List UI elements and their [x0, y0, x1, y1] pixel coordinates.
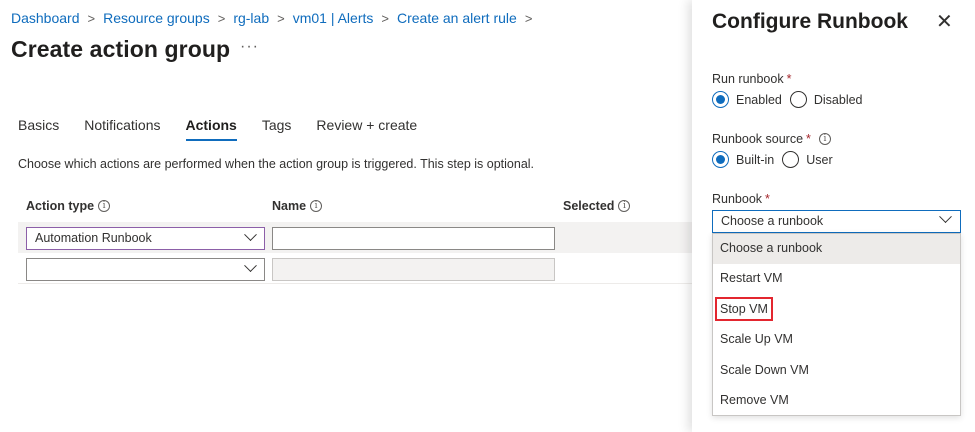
run-runbook-label-text: Run runbook [712, 72, 784, 86]
runbook-option-label: Choose a runbook [720, 241, 823, 255]
runbook-option-label: Restart VM [720, 271, 783, 285]
configure-runbook-panel: Configure Runbook ✕ Run runbook * Enable… [692, 0, 975, 432]
column-name-label: Name [272, 199, 307, 213]
column-action-type: Action type i [26, 199, 111, 213]
runbook-source-label-text: Runbook source [712, 132, 804, 146]
tab-basics[interactable]: Basics [18, 117, 59, 139]
runbook-label: Runbook * [712, 192, 770, 206]
runbook-option-label: Remove VM [720, 393, 789, 407]
column-selected: Selected i [563, 199, 631, 213]
actions-table-header: Action type i Name i Selected i [18, 197, 698, 221]
breadcrumb-separator: > [87, 10, 96, 26]
radio-enabled[interactable] [712, 91, 729, 108]
action-type-select[interactable] [26, 258, 265, 281]
page-title: Create action group [11, 36, 231, 62]
chevron-down-icon [244, 259, 257, 273]
column-selected-label: Selected [563, 199, 615, 213]
breadcrumb-dashboard[interactable]: Dashboard [11, 10, 80, 26]
radio-disabled-label[interactable]: Disabled [814, 93, 863, 107]
breadcrumb-rg-lab[interactable]: rg-lab [233, 10, 269, 26]
runbook-option-choose[interactable]: Choose a runbook [713, 234, 960, 264]
more-options-button[interactable]: ··· [240, 38, 259, 56]
runbook-option-remove-vm[interactable]: Remove VM [713, 386, 960, 416]
chevron-down-icon [244, 228, 257, 242]
tab-tags[interactable]: Tags [262, 117, 292, 139]
info-icon[interactable]: i [818, 133, 831, 145]
runbook-dropdown-value: Choose a runbook [721, 214, 824, 228]
chevron-down-icon [939, 210, 952, 224]
breadcrumb-separator: > [381, 10, 389, 26]
runbook-label-text: Runbook [712, 192, 763, 206]
breadcrumb-separator: > [524, 10, 533, 26]
run-runbook-label: Run runbook * [712, 72, 791, 86]
tab-review-create[interactable]: Review + create [316, 117, 417, 139]
runbook-option-label: Scale Up VM [720, 332, 793, 346]
column-action-type-label: Action type [26, 199, 95, 213]
runbook-dropdown-menu: Choose a runbook Restart VM Stop VM Scal… [712, 233, 961, 416]
breadcrumb-vm01-alerts[interactable]: vm01 | Alerts [293, 10, 374, 26]
radio-enabled-label[interactable]: Enabled [736, 93, 782, 107]
column-name: Name i [272, 199, 323, 213]
radio-disabled[interactable] [789, 91, 807, 108]
info-icon[interactable]: i [618, 200, 631, 212]
panel-title: Configure Runbook [712, 10, 908, 33]
runbook-dropdown[interactable]: Choose a runbook [712, 210, 961, 233]
action-name-input[interactable] [272, 227, 555, 250]
action-name-input-disabled [272, 258, 555, 281]
tab-notifications[interactable]: Notifications [84, 117, 160, 139]
actions-description: Choose which actions are performed when … [18, 157, 535, 171]
tab-actions[interactable]: Actions [185, 117, 238, 141]
runbook-option-scale-up-vm[interactable]: Scale Up VM [713, 325, 960, 355]
tab-list: Basics Notifications Actions Tags Review… [18, 117, 442, 141]
radio-user[interactable] [782, 151, 800, 168]
close-icon[interactable]: ✕ [936, 12, 953, 32]
runbook-option-label: Stop VM [715, 297, 773, 321]
required-marker: * [786, 72, 792, 86]
runbook-source-label: Runbook source * i [712, 132, 831, 146]
info-icon[interactable]: i [310, 200, 323, 212]
radio-built-in[interactable] [712, 151, 729, 168]
required-marker: * [806, 132, 811, 146]
breadcrumb-separator: > [217, 10, 226, 26]
breadcrumb: Dashboard > Resource groups > rg-lab > v… [11, 10, 540, 26]
runbook-option-scale-down-vm[interactable]: Scale Down VM [713, 356, 960, 386]
action-type-value: Automation Runbook [35, 231, 152, 245]
radio-built-in-label[interactable]: Built-in [736, 153, 774, 167]
runbook-source-radio-group: Built-in User [712, 151, 841, 168]
info-icon[interactable]: i [98, 200, 111, 212]
action-type-select[interactable]: Automation Runbook [26, 227, 265, 250]
breadcrumb-resource-groups[interactable]: Resource groups [103, 10, 210, 26]
breadcrumb-create-alert-rule[interactable]: Create an alert rule [397, 10, 517, 26]
run-runbook-radio-group: Enabled Disabled [712, 91, 871, 108]
breadcrumb-separator: > [277, 10, 285, 26]
runbook-option-restart-vm[interactable]: Restart VM [713, 264, 960, 294]
required-marker: * [765, 192, 770, 206]
runbook-option-label: Scale Down VM [720, 363, 809, 377]
radio-user-label[interactable]: User [806, 153, 832, 167]
runbook-option-stop-vm[interactable]: Stop VM [713, 295, 960, 325]
